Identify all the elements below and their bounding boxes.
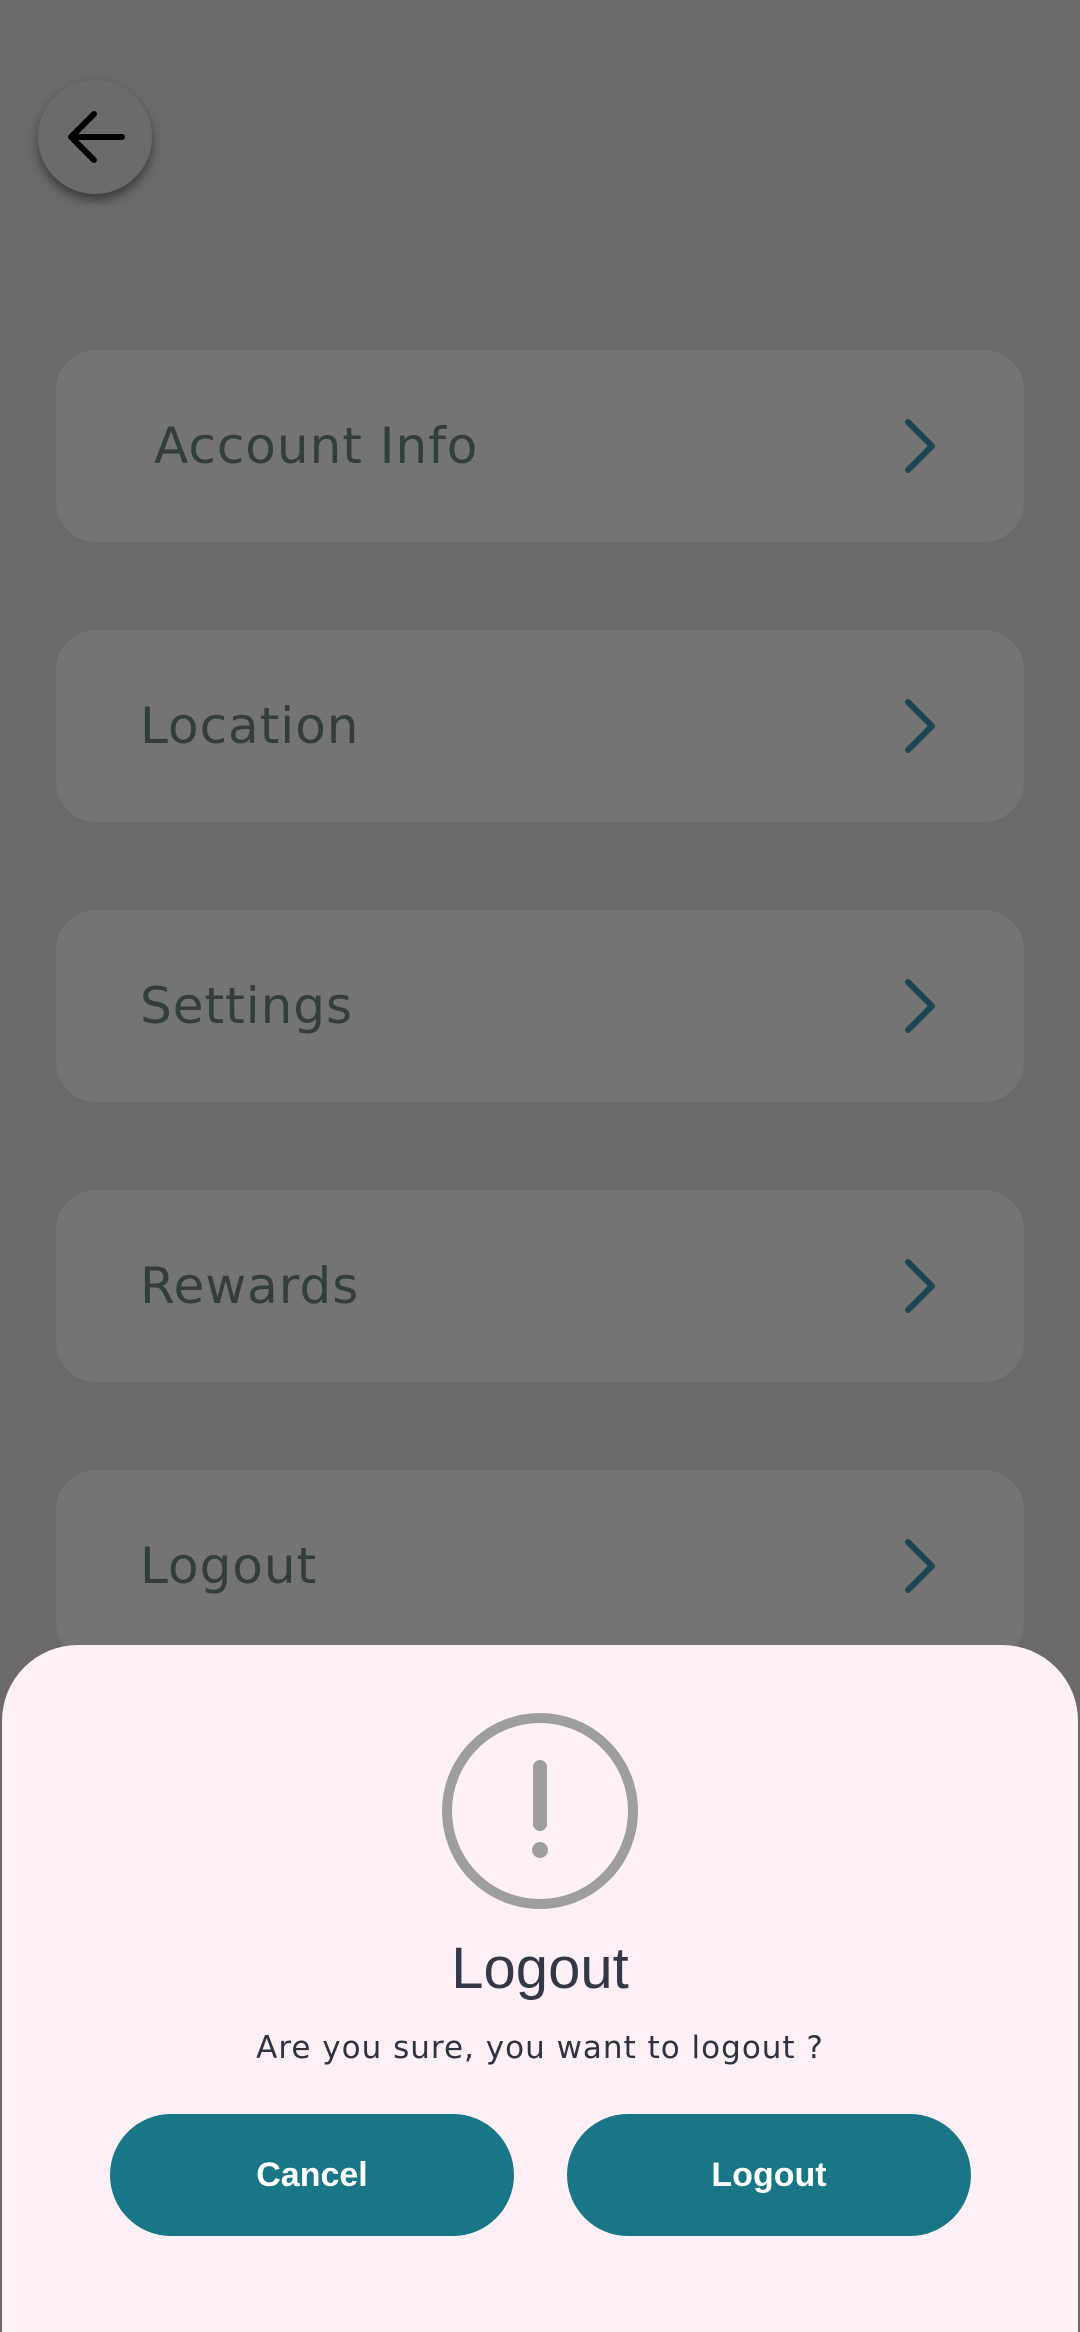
back-button[interactable] (38, 80, 152, 194)
chevron-right-icon (905, 1539, 935, 1593)
dialog-message: Are you sure, you want to logout ? (256, 2030, 824, 2066)
profile-screen: Account Info Location Settings Rewards L… (0, 0, 1080, 2332)
chevron-right-icon (905, 699, 935, 753)
chevron-right-icon (905, 419, 935, 473)
menu-item-label: Logout (140, 1537, 318, 1595)
menu-item-account-info[interactable]: Account Info (56, 350, 1024, 542)
menu-item-rewards[interactable]: Rewards (56, 1190, 1024, 1382)
cancel-button[interactable]: Cancel (110, 2114, 514, 2236)
logout-confirm-button[interactable]: Logout (567, 2114, 971, 2236)
arrow-left-icon (68, 111, 125, 163)
menu-item-settings[interactable]: Settings (56, 910, 1024, 1102)
menu-item-label: Account Info (154, 417, 479, 475)
dialog-title: Logout (451, 1936, 629, 2001)
chevron-right-icon (905, 1259, 935, 1313)
alert-circle-icon (442, 1713, 638, 1909)
menu-item-label: Settings (140, 977, 354, 1035)
menu-item-label: Rewards (140, 1257, 360, 1315)
menu-item-logout[interactable]: Logout (56, 1470, 1024, 1662)
menu-item-label: Location (140, 697, 360, 755)
chevron-right-icon (905, 979, 935, 1033)
menu-item-location[interactable]: Location (56, 630, 1024, 822)
